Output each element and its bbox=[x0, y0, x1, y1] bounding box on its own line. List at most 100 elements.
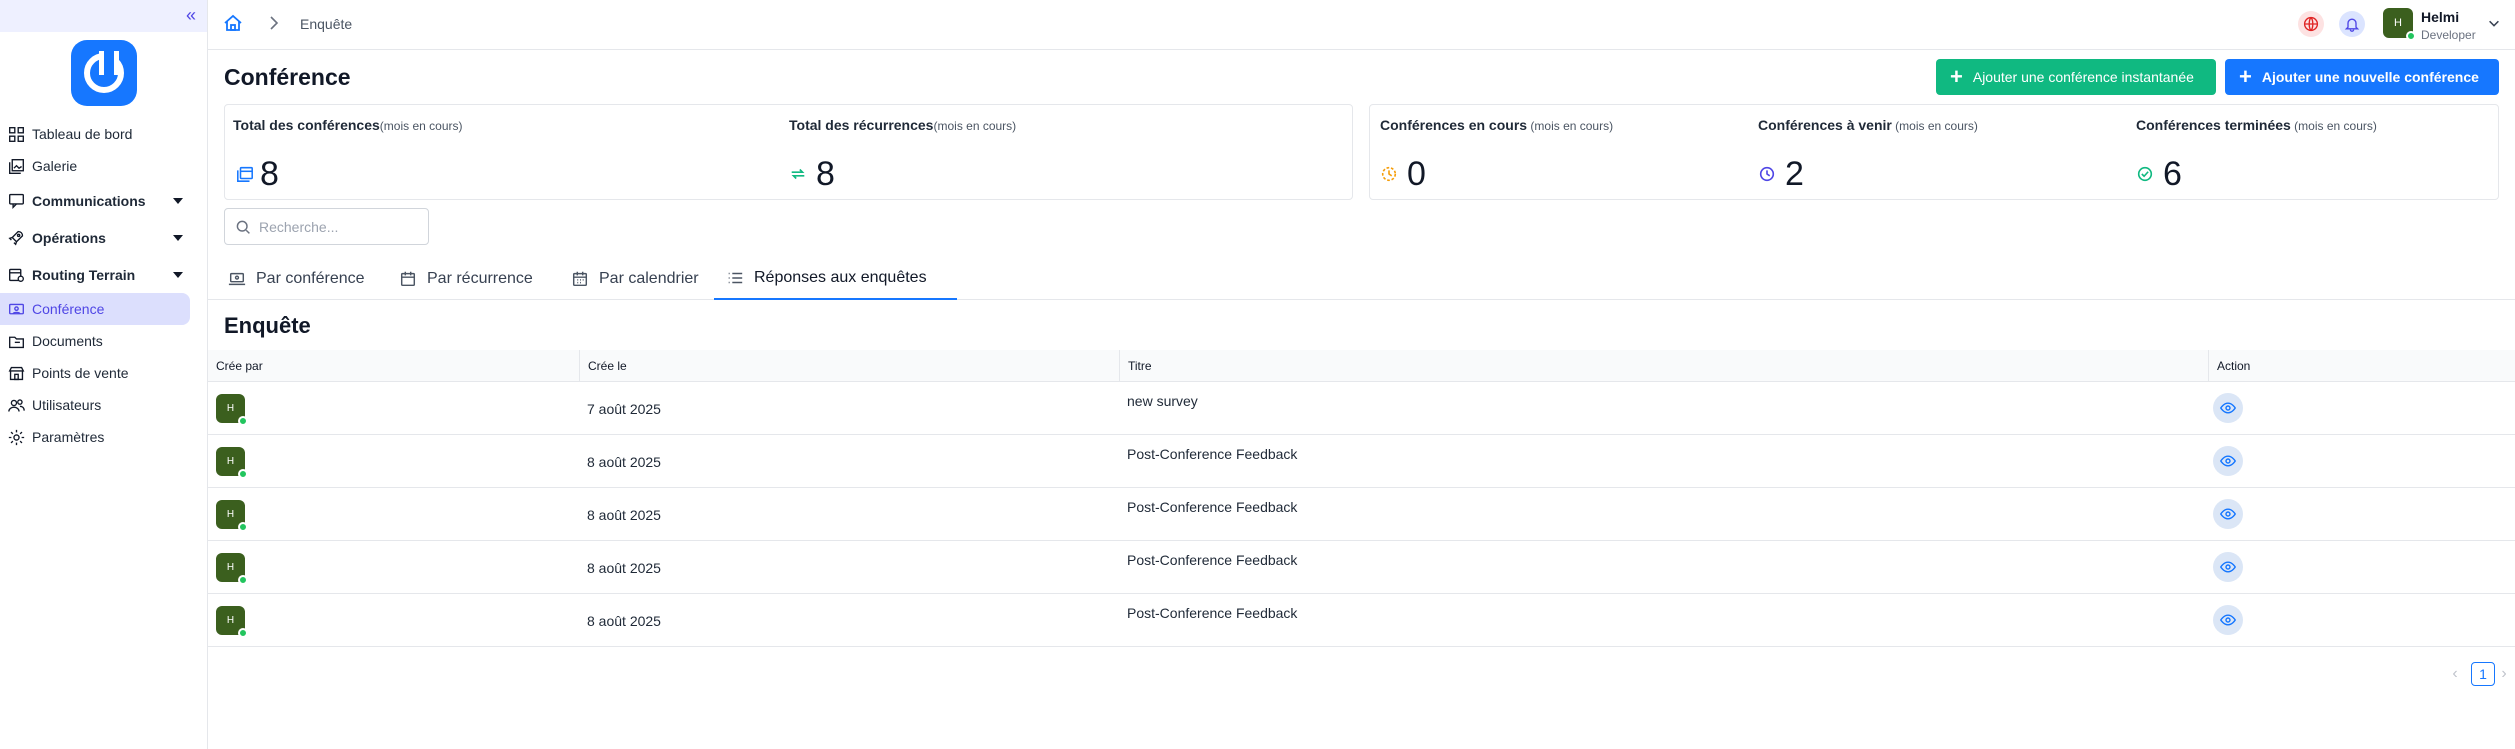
stat-value: 2 bbox=[1785, 155, 1804, 193]
table-row: H 7 août 2025 new survey bbox=[208, 382, 2515, 435]
list-icon bbox=[728, 272, 743, 284]
tab-label: Par calendrier bbox=[599, 270, 699, 287]
sidebar-item-label: Routing Terrain bbox=[32, 266, 136, 283]
pagination-page[interactable]: 1 bbox=[2471, 662, 2495, 686]
users-icon bbox=[8, 398, 25, 412]
rocket-icon bbox=[8, 230, 24, 246]
column-header-title[interactable]: Titre bbox=[1119, 350, 1152, 382]
tab-par-conference[interactable]: Par conférence bbox=[222, 258, 371, 300]
stats-status-card: Conférences en cours (mois en cours) 0 C… bbox=[1369, 104, 2499, 200]
sidebar-item-utilisateurs[interactable]: Utilisateurs bbox=[0, 389, 207, 421]
stat-value: 8 bbox=[260, 155, 279, 193]
eye-icon bbox=[2220, 508, 2236, 520]
view-button[interactable] bbox=[2213, 499, 2243, 529]
online-status-dot bbox=[2406, 31, 2416, 41]
search-input[interactable] bbox=[259, 218, 419, 235]
tab-label: Par récurrence bbox=[427, 270, 533, 287]
tab-par-recurrence[interactable]: Par récurrence bbox=[393, 258, 539, 300]
sidebar-item-communications[interactable]: Communications bbox=[0, 182, 207, 219]
gear-icon bbox=[8, 429, 25, 445]
notifications-button[interactable] bbox=[2339, 11, 2365, 37]
avatar-initial: H bbox=[2394, 17, 2402, 29]
chat-icon bbox=[9, 193, 24, 209]
chevron-down-icon[interactable] bbox=[2487, 16, 2501, 30]
breadcrumb[interactable]: Enquête bbox=[300, 16, 352, 32]
survey-table: Crée par Crée le Titre Action H 7 août 2… bbox=[208, 350, 2515, 647]
gallery-icon bbox=[9, 158, 24, 174]
sidebar: « Tableau de bord Galerie Communications… bbox=[0, 0, 208, 749]
sidebar-item-operations[interactable]: Opérations bbox=[0, 219, 207, 256]
created-date: 8 août 2025 bbox=[587, 507, 661, 523]
chevron-down-icon bbox=[173, 234, 183, 241]
stat-value: 6 bbox=[2163, 155, 2182, 193]
created-date: 8 août 2025 bbox=[587, 454, 661, 470]
survey-title: Post-Conference Feedback bbox=[1127, 605, 1298, 621]
avatar: H bbox=[216, 606, 248, 638]
column-header-action[interactable]: Action bbox=[2208, 350, 2250, 382]
chevron-down-icon bbox=[173, 271, 183, 278]
avatar: H bbox=[216, 500, 248, 532]
survey-title: Post-Conference Feedback bbox=[1127, 446, 1298, 462]
dashboard-icon bbox=[9, 126, 24, 142]
table-row: H 8 août 2025 Post-Conference Feedback bbox=[208, 488, 2515, 541]
calendar-stack-icon bbox=[237, 166, 253, 182]
stat-total-conferences: Total des conférences(mois en cours) 8 bbox=[233, 105, 773, 201]
button-label: Ajouter une nouvelle conférence bbox=[2261, 69, 2479, 85]
pagination-prev-icon[interactable]: ‹ bbox=[2448, 662, 2462, 686]
user-avatar[interactable]: H bbox=[2383, 8, 2416, 41]
add-instant-conference-button[interactable]: + Ajouter une conférence instantanée bbox=[1936, 59, 2216, 95]
chevron-right-icon bbox=[270, 16, 279, 30]
column-header-creator[interactable]: Crée par bbox=[208, 350, 263, 382]
stat-total-recurrences: Total des récurrences(mois en cours) 8 bbox=[789, 105, 1329, 201]
sidebar-item-label: Utilisateurs bbox=[32, 397, 102, 413]
stat-value: 0 bbox=[1407, 155, 1426, 193]
sidebar-item-label: Opérations bbox=[32, 229, 106, 246]
home-icon[interactable] bbox=[223, 13, 243, 33]
tab-reponses-aux-enquetes[interactable]: Réponses aux enquêtes bbox=[714, 258, 957, 300]
topbar: Enquête H Helmi Developer bbox=[208, 0, 2515, 50]
view-button[interactable] bbox=[2213, 446, 2243, 476]
sidebar-item-label: Documents bbox=[32, 333, 103, 349]
clock-icon bbox=[1759, 166, 1775, 182]
user-name[interactable]: Helmi bbox=[2421, 9, 2459, 25]
view-button[interactable] bbox=[2213, 393, 2243, 423]
column-header-created[interactable]: Crée le bbox=[579, 350, 627, 382]
sidebar-item-parametres[interactable]: Paramètres bbox=[0, 421, 207, 453]
add-new-conference-button[interactable]: + Ajouter une nouvelle conférence bbox=[2225, 59, 2499, 95]
avatar: H bbox=[216, 394, 248, 426]
stat-in-progress: Conférences en cours (mois en cours) 0 bbox=[1380, 105, 1740, 201]
sidebar-item-documents[interactable]: Documents bbox=[0, 325, 207, 357]
sidebar-item-gallery[interactable]: Galerie bbox=[0, 150, 207, 182]
tab-label: Par conférence bbox=[256, 270, 365, 287]
section-title: Enquête bbox=[224, 313, 311, 338]
table-header: Crée par Crée le Titre Action bbox=[208, 350, 2515, 382]
eye-icon bbox=[2220, 402, 2236, 414]
conference-icon bbox=[9, 303, 24, 314]
plus-icon: + bbox=[1950, 64, 1963, 89]
user-role: Developer bbox=[2421, 28, 2476, 42]
view-button[interactable] bbox=[2213, 605, 2243, 635]
folder-icon bbox=[9, 336, 24, 348]
sidebar-item-routing-terrain[interactable]: Routing Terrain bbox=[0, 256, 207, 293]
stat-label: Total des conférences(mois en cours) bbox=[233, 117, 463, 133]
stat-done: Conférences terminées (mois en cours) 6 bbox=[2136, 105, 2496, 201]
sidebar-item-points-de-vente[interactable]: Points de vente bbox=[0, 357, 207, 389]
sidebar-item-label: Conférence bbox=[32, 301, 105, 317]
tabs-bar: Par conférence Par récurrence Par calend… bbox=[208, 258, 2515, 300]
sidebar-item-dashboard[interactable]: Tableau de bord bbox=[0, 118, 207, 150]
search-icon bbox=[236, 220, 250, 234]
loading-icon bbox=[1381, 166, 1397, 182]
search-box[interactable] bbox=[224, 208, 429, 245]
view-button[interactable] bbox=[2213, 552, 2243, 582]
calendar-icon bbox=[400, 271, 416, 287]
collapse-sidebar-icon[interactable]: « bbox=[181, 6, 201, 26]
sidebar-top-strip: « bbox=[0, 0, 207, 32]
language-button[interactable] bbox=[2298, 11, 2324, 37]
stat-label: Total des récurrences(mois en cours) bbox=[789, 117, 1017, 133]
eye-icon bbox=[2220, 455, 2236, 467]
stat-label: Conférences terminées (mois en cours) bbox=[2136, 117, 2377, 133]
tab-par-calendrier[interactable]: Par calendrier bbox=[565, 258, 705, 300]
pagination-next-icon[interactable]: › bbox=[2497, 662, 2511, 686]
globe-icon bbox=[2303, 16, 2319, 32]
sidebar-item-conference[interactable]: Conférence bbox=[0, 293, 190, 325]
